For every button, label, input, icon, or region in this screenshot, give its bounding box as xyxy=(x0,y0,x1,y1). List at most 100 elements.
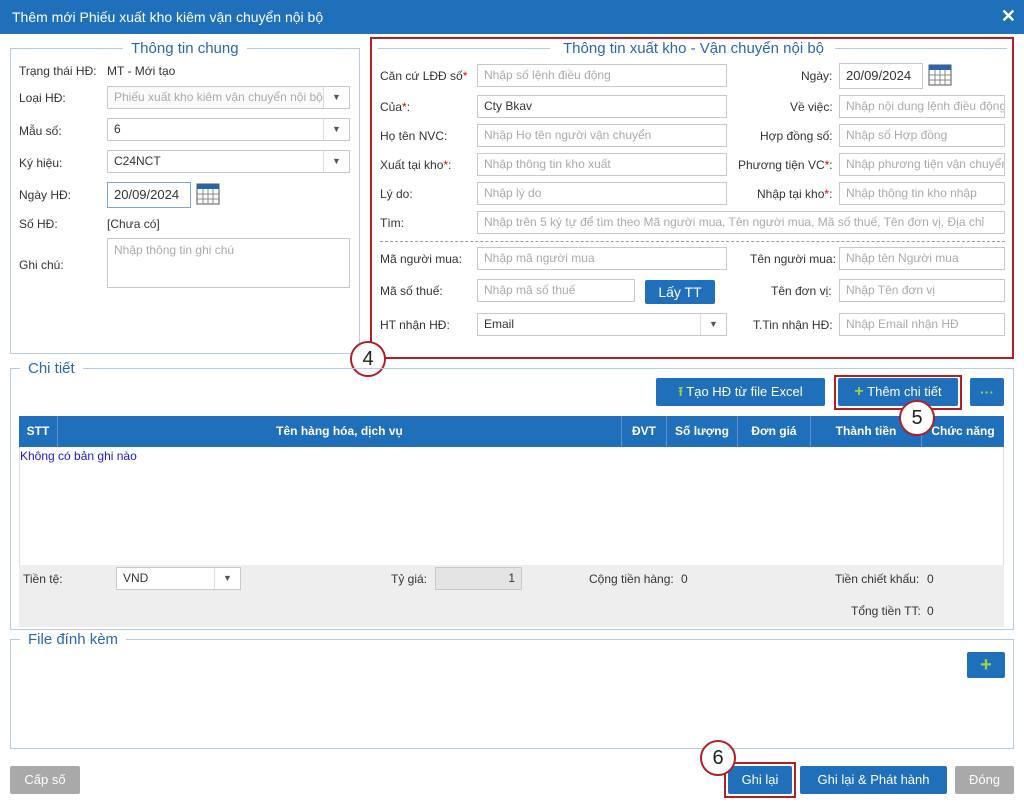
close-icon[interactable]: ✕ xyxy=(1001,6,1016,27)
from-warehouse-label: Xuất tại kho*: xyxy=(380,158,452,172)
transport-date-label: Ngày: xyxy=(801,69,833,83)
template-label: Mẫu số: xyxy=(19,124,62,138)
callout-6: 6 xyxy=(700,740,736,776)
excel-import-button[interactable]: ⭱ Tạo HĐ từ file Excel xyxy=(656,378,825,406)
subject-input[interactable]: Nhập nội dung lệnh điều động xyxy=(839,95,1005,118)
order-label: Căn cứ LĐĐ số* xyxy=(380,69,468,83)
invoice-type-label: Loại HĐ: xyxy=(19,91,66,105)
buyer-name-label: Tên người mua: xyxy=(750,252,836,266)
receive-method-value: Email xyxy=(484,317,515,331)
callout-5: 5 xyxy=(899,400,935,436)
note-textarea[interactable]: Nhập thông tin ghi chú xyxy=(107,238,350,288)
total-value: 0 xyxy=(927,604,934,618)
dialog-titlebar: Thêm mới Phiếu xuất kho kiêm vận chuyển … xyxy=(0,0,1024,34)
discount-label: Tiền chiết khấu: xyxy=(835,572,920,586)
discount-value: 0 xyxy=(927,572,934,586)
invoice-date-input[interactable]: 20/09/2024 xyxy=(107,182,191,208)
symbol-value: C24NCT xyxy=(114,154,161,168)
from-warehouse-input[interactable]: Nhập thông tin kho xuất xyxy=(477,153,727,176)
attachments-legend: File đính kèm xyxy=(20,631,127,648)
calendar-icon[interactable] xyxy=(928,64,952,86)
column-header[interactable]: Số lượng xyxy=(667,416,738,447)
transport-info-legend: Thông tin xuất kho - Vận chuyển nội bộ xyxy=(555,40,833,57)
general-info-legend: Thông tin chung xyxy=(123,40,247,57)
chevron-down-icon: ▼ xyxy=(700,314,726,335)
to-warehouse-label: Nhập tại kho*: xyxy=(757,187,833,201)
exchange-rate-label: Tỷ giá: xyxy=(391,572,428,586)
currency-select[interactable]: VND ▼ xyxy=(116,567,241,590)
reason-label: Lý do: xyxy=(380,187,413,201)
column-header[interactable]: STT xyxy=(19,416,58,447)
of-label: Của*: xyxy=(380,100,411,114)
symbol-label: Ký hiệu: xyxy=(19,156,63,170)
save-publish-button[interactable]: Ghi lại & Phát hành xyxy=(800,766,947,794)
note-label: Ghi chú: xyxy=(19,258,64,272)
upload-icon: ⭱ xyxy=(678,384,683,399)
receive-method-select[interactable]: Email ▼ xyxy=(477,313,727,336)
column-header[interactable]: Đơn giá xyxy=(738,416,811,447)
detail-legend: Chi tiết xyxy=(20,360,83,377)
template-select[interactable]: 6 ▼ xyxy=(107,118,350,141)
invoice-type-select[interactable]: Phiếu xuất kho kiêm vận chuyển nội bộ ▼ xyxy=(107,86,350,109)
buyer-code-input[interactable]: Nhập mã người mua xyxy=(477,247,727,270)
column-header[interactable]: Tên hàng hóa, dịch vụ xyxy=(58,416,622,447)
to-warehouse-input[interactable]: Nhập thông tin kho nhập xyxy=(839,182,1005,205)
subtotal-label: Cộng tiền hàng: xyxy=(589,572,674,586)
contract-input[interactable]: Nhập số Hợp đồng xyxy=(839,124,1005,147)
empty-message: Không có bản ghi nào xyxy=(20,449,137,463)
invoice-date-label: Ngày HĐ: xyxy=(19,188,72,202)
order-input[interactable]: Nhập số lệnh điều động xyxy=(477,64,727,87)
subtotal-value: 0 xyxy=(681,572,688,586)
chevron-down-icon: ▼ xyxy=(323,87,349,108)
template-value: 6 xyxy=(114,122,121,136)
unit-name-label: Tên đơn vị: xyxy=(771,284,832,298)
column-header[interactable]: ĐVT xyxy=(622,416,667,447)
total-label: Tổng tiền TT: xyxy=(851,604,921,618)
vehicle-input[interactable]: Nhập phương tiện vận chuyển xyxy=(839,153,1005,176)
transport-legend-line-right xyxy=(835,48,1007,49)
status-label: Trạng thái HĐ: xyxy=(19,64,97,78)
symbol-select[interactable]: C24NCT ▼ xyxy=(107,150,350,173)
invoice-number-value: [Chưa có] xyxy=(107,217,160,231)
tax-code-label: Mã số thuế: xyxy=(380,284,443,298)
currency-value: VND xyxy=(123,571,149,585)
detail-table-header: STT Tên hàng hóa, dịch vụ ĐVT Số lượng Đ… xyxy=(19,416,1004,447)
currency-label: Tiền tệ: xyxy=(23,572,63,586)
carrier-input[interactable]: Nhập Họ tên người vận chuyển xyxy=(477,124,727,147)
detail-table-body: Không có bản ghi nào xyxy=(19,447,1004,565)
tax-code-input[interactable]: Nhập mã số thuế xyxy=(477,279,635,302)
carrier-label: Họ tên NVC: xyxy=(380,129,448,143)
chevron-down-icon: ▼ xyxy=(323,119,349,140)
dialog-title: Thêm mới Phiếu xuất kho kiêm vận chuyển … xyxy=(12,9,324,25)
attachments-panel xyxy=(10,639,1014,749)
chevron-down-icon: ▼ xyxy=(323,151,349,172)
issue-number-button[interactable]: Cấp số xyxy=(10,766,80,794)
transport-legend-line-left xyxy=(378,48,550,49)
buyer-name-input[interactable]: Nhập tên Người mua xyxy=(839,247,1005,270)
exchange-rate-input[interactable]: 1 xyxy=(435,567,522,590)
chevron-down-icon: ▼ xyxy=(214,568,240,589)
contract-label: Hợp đồng số: xyxy=(760,129,833,143)
add-detail-highlight xyxy=(834,375,962,410)
close-button[interactable]: Đóng xyxy=(955,766,1014,794)
save-highlight xyxy=(724,762,796,798)
receive-info-input[interactable]: Nhập Email nhận HĐ xyxy=(839,313,1005,336)
receive-method-label: HT nhận HĐ: xyxy=(380,318,450,332)
more-options-button[interactable]: ··· xyxy=(970,378,1004,406)
invoice-type-value: Phiếu xuất kho kiêm vận chuyển nội bộ xyxy=(114,90,323,104)
fetch-info-button[interactable]: Lấy TT xyxy=(645,280,715,304)
receive-info-label: T.Tin nhận HĐ: xyxy=(753,318,833,332)
buyer-code-label: Mã người mua: xyxy=(380,252,462,266)
vehicle-label: Phương tiện VC*: xyxy=(738,158,833,172)
status-value: MT - Mới tạo xyxy=(107,64,176,78)
transport-date-input[interactable]: 20/09/2024 xyxy=(839,63,923,89)
add-attachment-button[interactable]: + xyxy=(967,652,1005,678)
search-label: Tìm: xyxy=(380,216,404,230)
reason-input[interactable]: Nhập lý do xyxy=(477,182,727,205)
calendar-icon[interactable] xyxy=(196,183,220,205)
divider xyxy=(380,241,1005,242)
subject-label: Về việc: xyxy=(790,100,833,114)
unit-name-input[interactable]: Nhập Tên đơn vị xyxy=(839,279,1005,302)
of-input[interactable]: Cty Bkav xyxy=(477,95,727,118)
search-input[interactable]: Nhập trên 5 ký tự để tìm theo Mã người m… xyxy=(477,211,1005,234)
